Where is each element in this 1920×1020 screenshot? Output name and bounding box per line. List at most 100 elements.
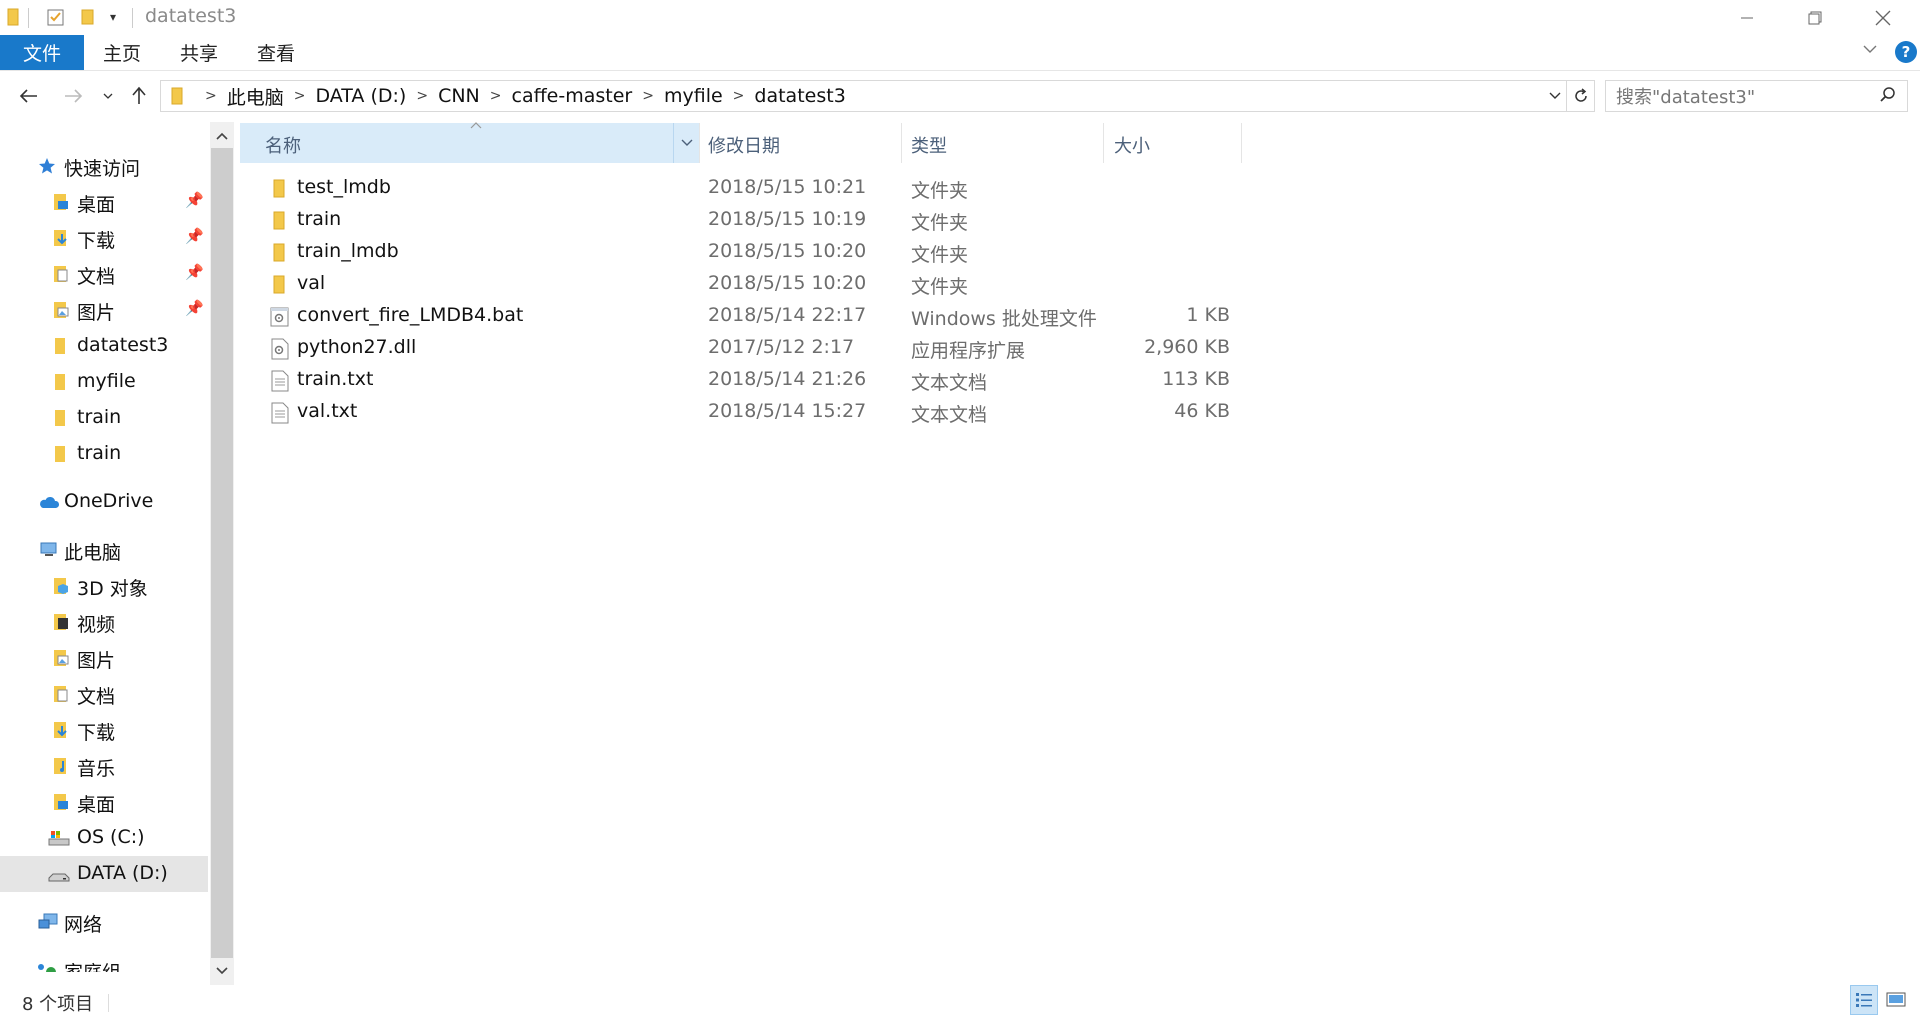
forward-arrow-icon[interactable] [56, 79, 90, 113]
star-icon [38, 157, 56, 175]
tab-view[interactable]: 查看 [244, 35, 308, 70]
nav-label: 图片 [77, 302, 116, 324]
breadcrumb-datatest3[interactable]: datatest3 [754, 85, 845, 107]
nav-this-pc[interactable]: 此电脑 [0, 532, 208, 568]
pin-icon[interactable]: 📌 [185, 299, 204, 317]
refresh-icon [1574, 88, 1587, 102]
close-button[interactable] [1848, 0, 1918, 35]
new-folder-icon[interactable] [80, 4, 96, 30]
nav-pc-documents[interactable]: 文档 [0, 676, 208, 712]
quick-access-dropdown-icon[interactable]: ▾ [110, 4, 116, 30]
nav-quick-pictures[interactable]: 图片 📌 [0, 292, 208, 328]
pin-icon[interactable]: 📌 [185, 191, 204, 209]
column-header-type[interactable]: 类型 [902, 123, 1104, 163]
file-row[interactable]: train.txt 2018/5/14 21:26 文本文档 113 KB [262, 364, 1242, 396]
folder-icon [270, 210, 290, 232]
column-header-date[interactable]: 修改日期 [700, 123, 902, 163]
nav-onedrive[interactable]: OneDrive [0, 484, 208, 520]
file-row[interactable]: train_lmdb 2018/5/15 10:20 文件夹 [262, 236, 1242, 268]
file-row[interactable]: python27.dll 2017/5/12 2:17 应用程序扩展 2,960… [262, 332, 1242, 364]
large-icons-view-button[interactable] [1882, 985, 1910, 1015]
nav-pc-desktop[interactable]: 桌面 [0, 784, 208, 820]
file-name: python27.dll [297, 336, 417, 358]
file-row[interactable]: val 2018/5/15 10:20 文件夹 [262, 268, 1242, 300]
file-row[interactable]: train 2018/5/15 10:19 文件夹 [262, 204, 1242, 236]
breadcrumb-this-pc[interactable]: 此电脑 [227, 83, 284, 110]
divider [108, 994, 109, 1012]
nav-quick-desktop[interactable]: 桌面 📌 [0, 184, 208, 220]
desktop-folder-icon [52, 193, 70, 211]
navigation-scrollbar[interactable] [210, 122, 234, 985]
nav-homegroup[interactable]: 家庭组 [0, 952, 208, 972]
nav-quick-documents[interactable]: 文档 📌 [0, 256, 208, 292]
chevron-right-icon[interactable]: > [205, 88, 217, 104]
file-date: 2018/5/15 10:19 [708, 208, 867, 230]
scroll-up-icon[interactable] [210, 124, 234, 148]
nav-network[interactable]: 网络 [0, 904, 208, 940]
nav-pc-3d-objects[interactable]: 3D 对象 [0, 568, 208, 604]
breadcrumb-cnn[interactable]: CNN [438, 85, 480, 107]
breadcrumb-caffe-master[interactable]: caffe-master [512, 85, 633, 107]
recent-locations-icon[interactable] [98, 79, 118, 113]
chevron-right-icon[interactable]: > [642, 88, 654, 104]
nav-quick-train[interactable]: train [0, 436, 208, 472]
column-header-size[interactable]: 大小 [1104, 123, 1242, 163]
file-date: 2018/5/15 10:21 [708, 176, 867, 198]
file-row[interactable]: test_lmdb 2018/5/15 10:21 文件夹 [262, 172, 1242, 204]
pin-icon[interactable]: 📌 [185, 227, 204, 245]
back-arrow-icon[interactable] [12, 79, 46, 113]
file-type: 文件夹 [911, 180, 969, 202]
divider [28, 8, 29, 28]
restore-button[interactable] [1780, 0, 1850, 35]
help-button[interactable]: ? [1895, 41, 1917, 63]
3d-objects-folder-icon [52, 577, 70, 595]
nav-quick-access[interactable]: 快速访问 [0, 148, 208, 184]
properties-icon[interactable] [46, 4, 66, 30]
breadcrumb-data-drive[interactable]: DATA (D:) [315, 85, 406, 107]
file-name: train.txt [297, 368, 374, 390]
column-filter-dropdown-icon[interactable] [673, 123, 699, 163]
tab-home[interactable]: 主页 [90, 35, 154, 70]
file-row[interactable]: convert_fire_LMDB4.bat 2018/5/14 22:17 W… [262, 300, 1242, 332]
nav-quick-train[interactable]: train [0, 400, 208, 436]
tab-share[interactable]: 共享 [167, 35, 231, 70]
nav-quick-myfile[interactable]: myfile [0, 364, 208, 400]
nav-pc-os-drive[interactable]: OS (C:) [0, 820, 208, 856]
address-bar[interactable]: > 此电脑 > DATA (D:) > CNN > caffe-master >… [160, 80, 1567, 112]
breadcrumb-myfile[interactable]: myfile [664, 85, 723, 107]
homegroup-icon [36, 961, 56, 972]
nav-label: 此电脑 [64, 542, 122, 564]
up-arrow-icon[interactable] [124, 79, 154, 113]
chevron-right-icon[interactable]: > [416, 88, 428, 104]
search-input[interactable]: 搜索"datatest3" [1605, 80, 1908, 112]
file-name: train_lmdb [297, 240, 399, 262]
details-view-button[interactable] [1850, 985, 1878, 1015]
nav-quick-datatest3[interactable]: datatest3 [0, 328, 208, 364]
nav-pc-downloads[interactable]: 下载 [0, 712, 208, 748]
sort-ascending-icon [470, 118, 482, 132]
file-row[interactable]: val.txt 2018/5/14 15:27 文本文档 46 KB [262, 396, 1242, 428]
nav-pc-music[interactable]: 音乐 [0, 748, 208, 784]
address-dropdown-icon[interactable] [1544, 81, 1566, 111]
nav-pc-pictures[interactable]: 图片 [0, 640, 208, 676]
nav-quick-downloads[interactable]: 下载 📌 [0, 220, 208, 256]
file-type: 文件夹 [911, 276, 969, 298]
scrollbar-thumb[interactable] [211, 148, 233, 958]
file-size: 2,960 KB [1144, 336, 1230, 358]
search-icon[interactable] [1879, 86, 1897, 109]
nav-pc-videos[interactable]: 视频 [0, 604, 208, 640]
refresh-button[interactable] [1567, 80, 1595, 112]
nav-label: 文档 [77, 686, 116, 708]
folder-icon [270, 178, 290, 200]
scroll-down-icon[interactable] [210, 959, 234, 983]
file-type: 应用程序扩展 [911, 340, 1026, 362]
chevron-right-icon[interactable]: > [294, 88, 306, 104]
minimize-button[interactable] [1712, 0, 1782, 35]
chevron-right-icon[interactable]: > [490, 88, 502, 104]
chevron-right-icon[interactable]: > [733, 88, 745, 104]
nav-pc-data-drive[interactable]: DATA (D:) [0, 856, 208, 892]
pin-icon[interactable]: 📌 [185, 263, 204, 281]
tab-file[interactable]: 文件 [0, 35, 84, 70]
expand-ribbon-icon[interactable] [1862, 41, 1878, 61]
file-name: val.txt [297, 400, 358, 422]
